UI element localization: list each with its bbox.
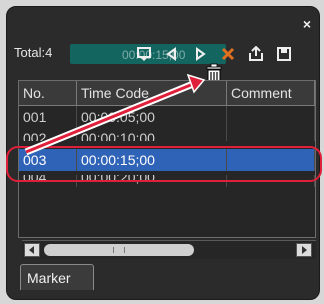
cell-time-code: 00:00:20;00 <box>77 175 227 187</box>
cell-comment <box>227 175 315 187</box>
table-row[interactable]: 002 00:00:10;00 <box>19 127 315 141</box>
tab-marker[interactable]: Marker <box>20 264 94 290</box>
table-row-selected[interactable]: 003 00:00:15;00 <box>19 149 315 171</box>
prev-marker-icon[interactable] <box>162 44 182 64</box>
marker-add-icon[interactable] <box>134 44 154 64</box>
cell-no: 004 <box>19 175 77 187</box>
cell-no: 001 <box>19 106 77 128</box>
cell-comment <box>227 149 315 171</box>
cell-time-code: 00:00:05;00 <box>77 106 227 128</box>
save-icon[interactable] <box>274 44 294 64</box>
next-marker-icon[interactable] <box>190 44 210 64</box>
marker-toolbar: Total:4 00:00:15;00 <box>10 40 310 68</box>
scroll-right-icon[interactable] <box>296 243 312 257</box>
delete-marker-icon[interactable] <box>218 44 238 64</box>
header-comment[interactable]: Comment <box>227 81 315 105</box>
cell-time-code: 00:00:10;00 <box>77 127 227 141</box>
cell-no: 003 <box>19 149 77 171</box>
cell-comment <box>227 106 315 128</box>
table-row[interactable]: 001 00:00:05;00 <box>19 106 315 128</box>
header-no[interactable]: No. <box>19 81 77 105</box>
cell-no: 002 <box>19 127 77 141</box>
header-time-code[interactable]: Time Code <box>77 81 227 105</box>
horizontal-scrollbar[interactable] <box>22 240 316 259</box>
cell-comment <box>227 127 315 141</box>
scroll-thumb[interactable] <box>44 244 194 256</box>
marker-table: No. Time Code Comment 001 00:00:05;00 00… <box>18 80 316 238</box>
cell-time-code: 00:00:15;00 <box>77 149 227 171</box>
table-row[interactable]: 004 00:00:20;00 <box>19 175 315 187</box>
scroll-left-icon[interactable] <box>24 243 40 257</box>
total-count: Total:4 <box>14 45 53 60</box>
table-header: No. Time Code Comment <box>19 81 315 106</box>
export-icon[interactable] <box>246 44 266 64</box>
close-button[interactable]: × <box>303 17 311 31</box>
